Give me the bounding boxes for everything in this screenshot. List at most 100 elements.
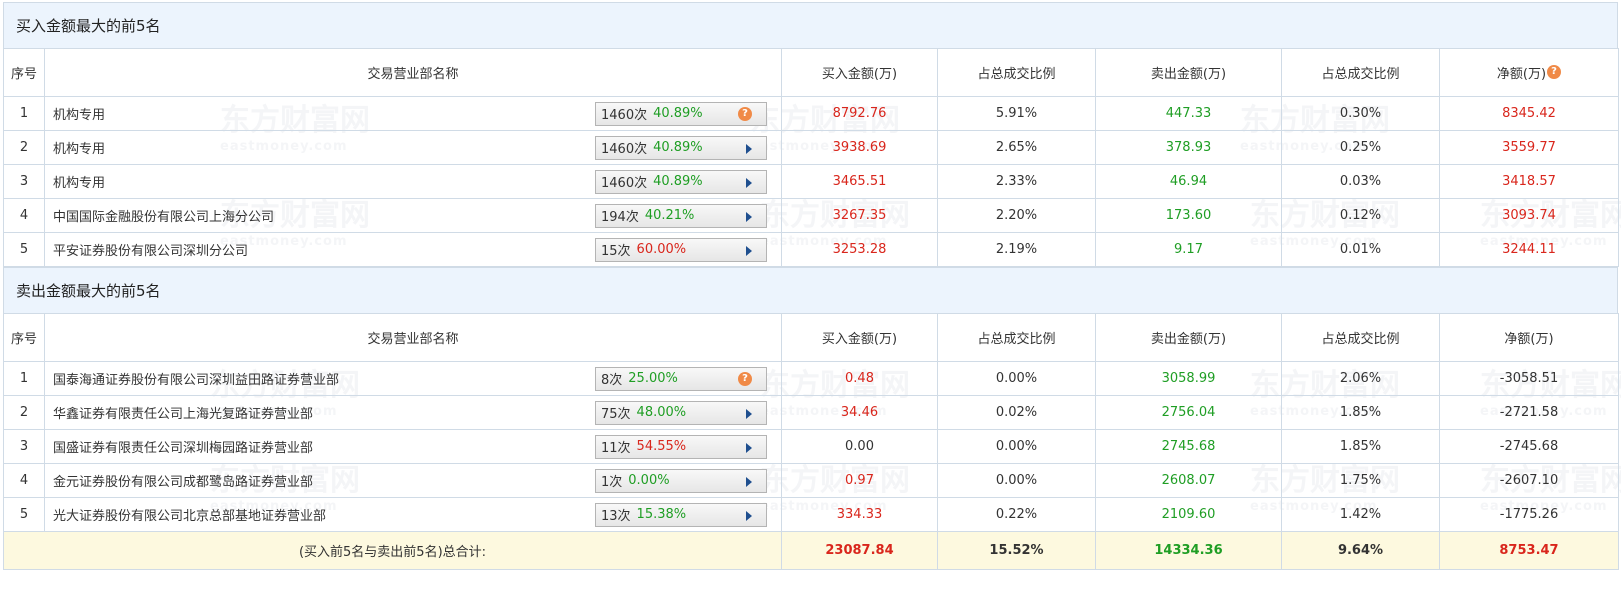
- row-buy-pct: 2.19%: [937, 232, 1096, 267]
- row-sell-pct: 0.30%: [1281, 96, 1440, 131]
- broker-count: 1460次: [601, 108, 648, 123]
- help-icon[interactable]: ?: [738, 106, 752, 121]
- broker-name-label: 平安证券股份有限公司深圳分公司: [53, 244, 249, 259]
- col-header-sell-pct: 占总成交比例: [1281, 48, 1440, 97]
- col-header-buy-pct: 占总成交比例: [937, 48, 1096, 97]
- broker-count: 1460次: [601, 176, 648, 191]
- row-net-amount: 3244.11: [1439, 232, 1619, 267]
- broker-stats-badge[interactable]: 1次 0.00%: [595, 468, 767, 493]
- broker-stats-badge[interactable]: 1460次 40.89%: [595, 135, 767, 160]
- table-row: 3 国盛证券有限责任公司深圳梅园路证券营业部 11次 54.55% 0.00 0.00% 2…: [3, 429, 1619, 464]
- row-net-amount: 3093.74: [1439, 198, 1619, 233]
- row-buy-amount: 0.48: [781, 361, 938, 396]
- lhb-detail-panel: 买入金额最大的前5名 序号 交易营业部名称 买入金额(万) 占总成交比例 卖出金…: [3, 2, 1619, 570]
- row-net-amount: -2607.10: [1439, 463, 1619, 498]
- help-icon[interactable]: ?: [738, 371, 752, 386]
- row-sell-pct: 1.85%: [1281, 395, 1440, 430]
- row-buy-amount: 3938.69: [781, 130, 938, 165]
- row-sell-amount: 447.33: [1095, 96, 1282, 131]
- broker-rate: 40.89%: [653, 140, 703, 155]
- buy-section-title: 买入金额最大的前5名: [3, 2, 1618, 48]
- row-sell-pct: 2.06%: [1281, 361, 1440, 396]
- row-buy-pct: 2.20%: [937, 198, 1096, 233]
- broker-name-label: 华鑫证券有限责任公司上海光复路证券营业部: [53, 407, 314, 422]
- broker-rate: 40.89%: [653, 174, 703, 189]
- row-seq: 2: [3, 395, 45, 430]
- total-buy: 23087.84: [781, 531, 938, 570]
- col-header-buy: 买入金额(万): [781, 313, 938, 362]
- row-sell-pct: 1.75%: [1281, 463, 1440, 498]
- arrow-icon[interactable]: [746, 442, 752, 453]
- table-header-row: 序号 交易营业部名称 买入金额(万) 占总成交比例 卖出金额(万) 占总成交比例…: [3, 48, 1619, 97]
- row-sell-pct: 0.01%: [1281, 232, 1440, 267]
- table-row: 1 机构专用 1460次 40.89%? 8792.76 5.91% 447.33 0.30%…: [3, 96, 1619, 131]
- broker-rate: 40.21%: [644, 208, 695, 223]
- help-icon[interactable]: ?: [1547, 65, 1562, 79]
- row-broker-name: 国泰海通证券股份有限公司深圳益田路证券营业部 8次 25.00%?: [44, 361, 782, 396]
- broker-stats-badge[interactable]: 8次 25.00%?: [595, 366, 767, 391]
- broker-stats-badge[interactable]: 1460次 40.89%: [595, 169, 767, 194]
- broker-name-label: 机构专用: [53, 142, 106, 157]
- table-row: 3 机构专用 1460次 40.89% 3465.51 2.33% 46.94 0.03% 34…: [3, 164, 1619, 199]
- broker-rate: 48.00%: [636, 405, 687, 420]
- arrow-icon[interactable]: [746, 245, 752, 256]
- broker-name-label: 金元证券股份有限公司成都鹭岛路证券营业部: [53, 475, 314, 490]
- broker-rate: 54.55%: [636, 439, 687, 454]
- broker-stats-badge[interactable]: 1460次 40.89%?: [595, 101, 767, 126]
- arrow-icon[interactable]: [746, 476, 752, 487]
- row-net-amount: -3058.51: [1439, 361, 1619, 396]
- col-header-seq: 序号: [3, 313, 45, 362]
- row-buy-amount: 3253.28: [781, 232, 938, 267]
- row-broker-name: 中国国际金融股份有限公司上海分公司 194次 40.21%: [44, 198, 782, 233]
- arrow-icon[interactable]: [746, 408, 752, 419]
- row-sell-amount: 2745.68: [1095, 429, 1282, 464]
- arrow-icon[interactable]: [746, 510, 752, 521]
- row-buy-amount: 34.46: [781, 395, 938, 430]
- broker-stats-badge[interactable]: 194次 40.21%: [595, 203, 767, 228]
- broker-count: 8次: [601, 373, 623, 388]
- row-broker-name: 光大证券股份有限公司北京总部基地证券营业部 13次 15.38%: [44, 497, 782, 532]
- col-header-sell-pct: 占总成交比例: [1281, 313, 1440, 362]
- broker-name-label: 机构专用: [53, 176, 106, 191]
- broker-name-label: 国泰海通证券股份有限公司深圳益田路证券营业部: [53, 373, 340, 388]
- broker-count: 75次: [601, 407, 631, 422]
- arrow-icon[interactable]: [746, 211, 752, 222]
- row-buy-amount: 334.33: [781, 497, 938, 532]
- row-buy-pct: 0.00%: [937, 429, 1096, 464]
- broker-stats-badge[interactable]: 11次 54.55%: [595, 434, 767, 459]
- row-sell-pct: 0.03%: [1281, 164, 1440, 199]
- row-seq: 4: [3, 198, 45, 233]
- row-seq: 3: [3, 164, 45, 199]
- table-row: 1 国泰海通证券股份有限公司深圳益田路证券营业部 8次 25.00%? 0.48 0.00…: [3, 361, 1619, 396]
- table-row: 4 中国国际金融股份有限公司上海分公司 194次 40.21% 3267.35 2.20%…: [3, 198, 1619, 233]
- broker-count: 1次: [601, 475, 623, 490]
- total-label: (买入前5名与卖出前5名)总合计:: [3, 531, 782, 570]
- row-net-amount: 3559.77: [1439, 130, 1619, 165]
- broker-count: 1460次: [601, 142, 648, 157]
- arrow-icon[interactable]: [746, 177, 752, 188]
- total-row: (买入前5名与卖出前5名)总合计: 23087.84 15.52% 14334.…: [3, 531, 1619, 570]
- col-header-buy-pct: 占总成交比例: [937, 313, 1096, 362]
- sell-section-title: 卖出金额最大的前5名: [3, 267, 1618, 313]
- broker-name-label: 机构专用: [53, 108, 106, 123]
- arrow-icon[interactable]: [746, 143, 752, 154]
- broker-stats-badge[interactable]: 15次 60.00%: [595, 237, 767, 262]
- table-row: 5 平安证券股份有限公司深圳分公司 15次 60.00% 3253.28 2.19% 9.1…: [3, 232, 1619, 267]
- row-sell-amount: 46.94: [1095, 164, 1282, 199]
- broker-rate: 60.00%: [636, 242, 687, 257]
- row-buy-amount: 0.00: [781, 429, 938, 464]
- broker-stats-badge[interactable]: 75次 48.00%: [595, 400, 767, 425]
- broker-name-label: 光大证券股份有限公司北京总部基地证券营业部: [53, 509, 327, 524]
- broker-rate: 40.89%: [653, 106, 703, 121]
- row-buy-pct: 2.33%: [937, 164, 1096, 199]
- row-broker-name: 机构专用 1460次 40.89%: [44, 130, 782, 165]
- total-buy-pct: 15.52%: [937, 531, 1096, 570]
- row-seq: 5: [3, 232, 45, 267]
- table-row: 2 机构专用 1460次 40.89% 3938.69 2.65% 378.93 0.25% 3…: [3, 130, 1619, 165]
- row-buy-pct: 0.00%: [937, 463, 1096, 498]
- row-seq: 1: [3, 361, 45, 396]
- row-net-amount: 3418.57: [1439, 164, 1619, 199]
- broker-stats-badge[interactable]: 13次 15.38%: [595, 502, 767, 527]
- row-sell-amount: 2109.60: [1095, 497, 1282, 532]
- row-sell-amount: 2608.07: [1095, 463, 1282, 498]
